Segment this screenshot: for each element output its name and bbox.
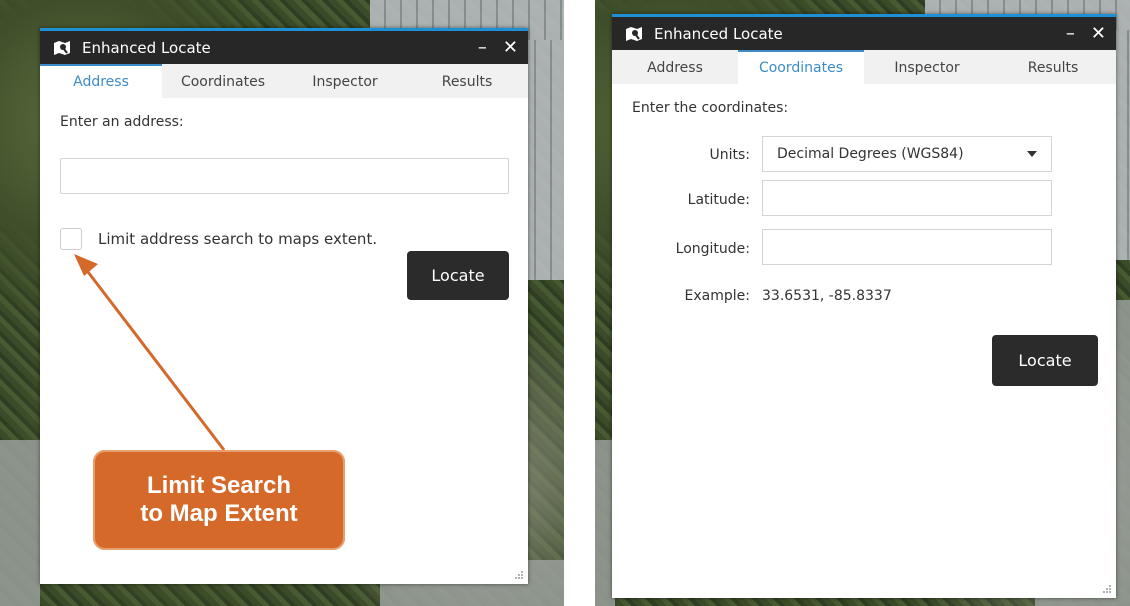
units-select[interactable]: Decimal Degrees (WGS84) [762,136,1052,172]
address-prompt: Enter an address: [60,114,184,130]
example-label: Example: [684,288,750,304]
latitude-input[interactable] [762,180,1052,216]
longitude-input[interactable] [762,229,1052,265]
coordinates-prompt: Enter the coordinates: [632,100,789,116]
limit-extent-row: Limit address search to maps extent. [60,228,377,250]
callout-line-1: Limit Search [146,472,292,499]
tab-coordinates[interactable]: Coordinates [738,50,864,84]
latitude-label: Latitude: [687,192,750,208]
coordinates-tab-body: Enter the coordinates: Units: Decimal De… [612,84,1116,564]
limit-extent-label: Limit address search to maps extent. [98,230,378,248]
locate-button[interactable]: Locate [992,335,1098,386]
locate-button[interactable]: Locate [407,251,509,300]
address-input[interactable] [60,158,509,194]
callout-line-2: to Map Extent [140,500,298,527]
minimize-icon[interactable]: – [478,38,487,57]
panel-title: Enhanced Locate [654,24,783,43]
resize-handle-icon[interactable] [514,570,524,580]
locate-widget-icon [626,26,642,41]
longitude-label: Longitude: [675,241,750,257]
minimize-icon[interactable]: – [1066,24,1075,43]
resize-handle-icon[interactable] [1102,584,1112,594]
tab-bar: Address Coordinates Inspector Results [612,50,1116,84]
units-select-value: Decimal Degrees (WGS84) [777,146,964,162]
units-label: Units: [709,147,750,163]
close-icon[interactable]: ✕ [1091,24,1106,43]
tab-inspector[interactable]: Inspector [864,50,990,84]
tab-results[interactable]: Results [990,50,1116,84]
tab-coordinates[interactable]: Coordinates [162,64,284,98]
chevron-down-icon [1027,151,1037,157]
callout-limit-search: Limit Search to Map Extent [93,450,345,550]
close-icon[interactable]: ✕ [503,38,518,57]
tab-address[interactable]: Address [612,50,738,84]
locate-widget-icon [54,40,70,55]
panel-titlebar[interactable]: Enhanced Locate – ✕ [612,17,1116,50]
panel-titlebar[interactable]: Enhanced Locate – ✕ [40,31,528,64]
example-value: 33.6531, -85.8337 [762,288,892,304]
enhanced-locate-panel-coordinates: Enhanced Locate – ✕ Address Coordinates … [612,14,1116,598]
tab-results[interactable]: Results [406,64,528,98]
tab-address[interactable]: Address [40,64,162,98]
tab-inspector[interactable]: Inspector [284,64,406,98]
panel-title: Enhanced Locate [82,38,211,57]
limit-extent-checkbox[interactable] [60,228,82,250]
tab-bar: Address Coordinates Inspector Results [40,64,528,98]
